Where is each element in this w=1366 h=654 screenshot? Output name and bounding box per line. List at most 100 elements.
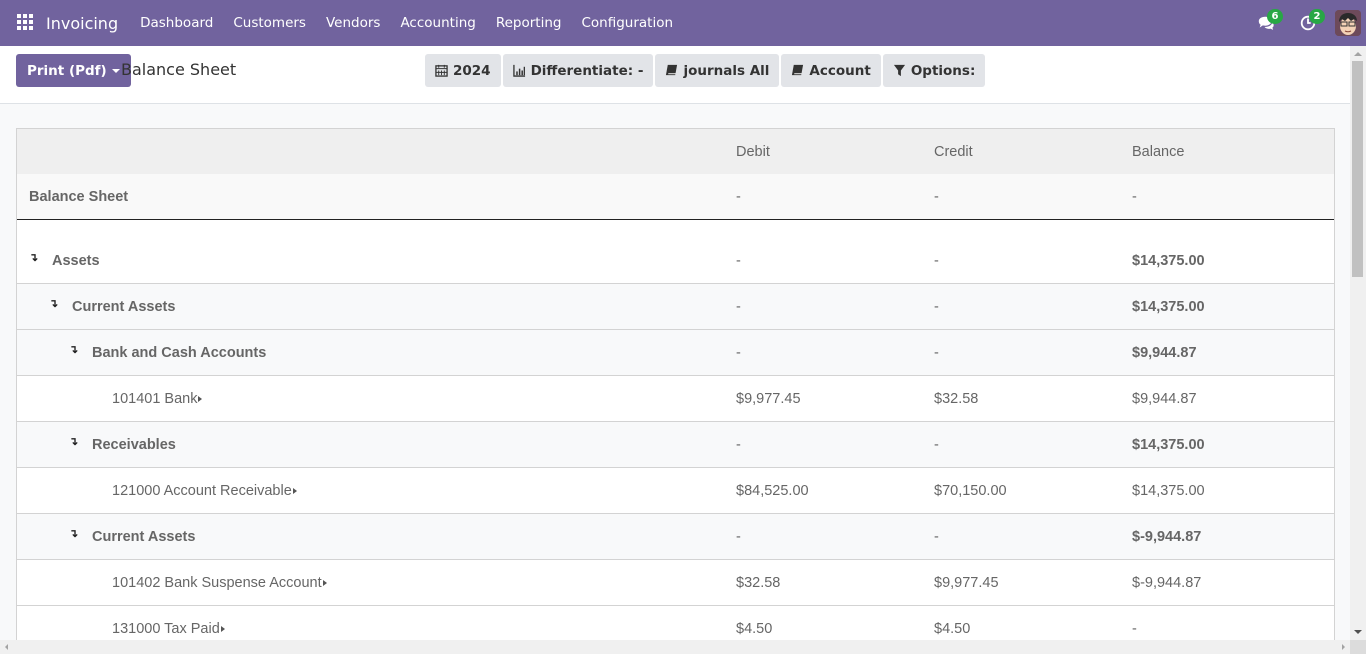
- collapse-toggle-icon[interactable]: ↴: [69, 343, 84, 356]
- row-debit-cell: $9,977.45: [736, 390, 801, 407]
- options-filter-label: Options:: [910, 62, 976, 79]
- options-filter-button[interactable]: Options:: [882, 54, 986, 87]
- row-balance-cell: $14,375.00: [1132, 298, 1205, 315]
- row-label: Bank and Cash Accounts: [92, 344, 267, 361]
- collapse-toggle-icon[interactable]: ↴: [49, 297, 64, 310]
- menu-accounting[interactable]: Accounting: [390, 15, 485, 31]
- account-dropdown-caret-icon[interactable]: [198, 395, 203, 402]
- row-debit-cell: $4.50: [736, 620, 773, 637]
- table-header: Debit Credit Balance: [17, 129, 1334, 174]
- collapse-toggle-icon[interactable]: ↴: [29, 251, 44, 264]
- row-label: Current Assets: [92, 528, 196, 545]
- book-icon: [666, 64, 678, 76]
- row-credit-cell: -: [934, 344, 939, 361]
- row-label: Receivables: [92, 436, 176, 453]
- row-label[interactable]: 101401 Bank: [112, 391, 197, 407]
- report-title-credit: -: [934, 188, 939, 205]
- date-filter-button[interactable]: 2024: [425, 54, 501, 87]
- account-filter-button[interactable]: Account: [781, 54, 881, 87]
- scroll-left-arrow-icon[interactable]: [5, 644, 8, 650]
- account-filter-label: Account: [809, 62, 871, 79]
- group-row: ↴ Current Assets - - $-9,944.87: [17, 514, 1334, 560]
- user-avatar[interactable]: [1335, 10, 1361, 36]
- page-title: Balance Sheet: [121, 60, 237, 79]
- row-credit-cell: -: [934, 528, 939, 545]
- report-rows: ↴ Assets - - $14,375.00 ↴ Current Assets - - $14,…: [17, 238, 1334, 640]
- row-credit-cell: -: [934, 436, 939, 453]
- spacer-row: [17, 220, 1334, 238]
- row-name-cell: ↴ Assets: [17, 251, 724, 269]
- collapse-toggle-icon[interactable]: ↴: [69, 435, 84, 448]
- scroll-right-arrow-icon[interactable]: [1342, 644, 1345, 650]
- journals-filter-button[interactable]: journals All: [655, 54, 780, 87]
- menu-reporting[interactable]: Reporting: [486, 15, 572, 31]
- balance-sheet-table: Debit Credit Balance Balance Sheet - - -…: [16, 128, 1335, 640]
- row-balance-cell: $14,375.00: [1132, 482, 1205, 499]
- row-balance-cell: -: [1132, 620, 1137, 637]
- calendar-icon: [435, 64, 448, 77]
- vertical-scrollbar[interactable]: [1350, 46, 1366, 640]
- report-title-balance: -: [1132, 188, 1137, 205]
- differentiate-filter-label: Differentiate: -: [530, 62, 644, 79]
- scrollbar-corner: [1350, 640, 1366, 654]
- group-row: ↴ Receivables - - $14,375.00: [17, 422, 1334, 468]
- header-balance: Balance: [1132, 143, 1185, 160]
- account-row[interactable]: 121000 Account Receivable $84,525.00 $70,1…: [17, 468, 1334, 514]
- menu-vendors[interactable]: Vendors: [316, 15, 390, 31]
- scroll-down-arrow-icon[interactable]: [1354, 630, 1362, 634]
- menu-customers[interactable]: Customers: [223, 15, 316, 31]
- row-debit-cell: -: [736, 436, 741, 453]
- row-debit-cell: -: [736, 252, 741, 269]
- differentiate-filter-button[interactable]: Differentiate: -: [502, 54, 654, 87]
- report-title-debit: -: [736, 188, 741, 205]
- collapse-toggle-icon[interactable]: ↴: [69, 527, 84, 540]
- book-icon: [792, 64, 804, 76]
- row-debit-cell: $32.58: [736, 574, 781, 591]
- menu-configuration[interactable]: Configuration: [571, 15, 683, 31]
- account-row[interactable]: 101402 Bank Suspense Account $32.58 $9,977…: [17, 560, 1334, 606]
- row-debit-cell: -: [736, 298, 741, 315]
- account-dropdown-caret-icon[interactable]: [322, 579, 327, 586]
- row-balance-cell: $-9,944.87: [1132, 574, 1202, 591]
- row-balance-cell: $9,944.87: [1132, 390, 1197, 407]
- row-name-cell: ↴ Current Assets: [17, 527, 724, 545]
- report-filters: 2024 Differentiate: - journals All Accou…: [425, 54, 986, 87]
- account-row[interactable]: 131000 Tax Paid $4.50 $4.50 -: [17, 606, 1334, 640]
- bar-chart-icon: [512, 64, 525, 77]
- systray: 6 2: [1245, 0, 1366, 46]
- filter-icon: [893, 64, 905, 77]
- row-debit-cell: $84,525.00: [736, 482, 809, 499]
- row-debit-cell: -: [736, 528, 741, 545]
- row-label[interactable]: 131000 Tax Paid: [112, 621, 220, 637]
- print-pdf-label: Print (Pdf): [27, 62, 107, 79]
- activities-button[interactable]: 2: [1287, 0, 1329, 46]
- app-name[interactable]: Invoicing: [46, 14, 118, 33]
- print-pdf-button[interactable]: Print (Pdf): [16, 54, 131, 87]
- group-row: ↴ Bank and Cash Accounts - - $9,944.87: [17, 330, 1334, 376]
- horizontal-scrollbar[interactable]: [0, 640, 1350, 654]
- vertical-scroll-thumb[interactable]: [1352, 61, 1363, 277]
- main-menu: Dashboard Customers Vendors Accounting R…: [130, 15, 683, 31]
- row-label[interactable]: 101402 Bank Suspense Account: [112, 575, 322, 591]
- row-name-cell: ↴ Bank and Cash Accounts: [17, 343, 724, 361]
- account-dropdown-caret-icon[interactable]: [220, 625, 225, 632]
- row-label[interactable]: 121000 Account Receivable: [112, 483, 292, 499]
- apps-grid-icon[interactable]: [17, 14, 35, 32]
- scroll-up-arrow-icon[interactable]: [1354, 52, 1362, 56]
- row-balance-cell: $14,375.00: [1132, 252, 1205, 269]
- account-dropdown-caret-icon[interactable]: [292, 487, 297, 494]
- journals-filter-label: journals All: [683, 62, 770, 79]
- row-balance-cell: $9,944.87: [1132, 344, 1197, 361]
- messages-count-badge: 6: [1267, 9, 1283, 24]
- row-debit-cell: -: [736, 344, 741, 361]
- date-filter-label: 2024: [453, 62, 491, 79]
- row-credit-cell: -: [934, 252, 939, 269]
- row-name-cell: 131000 Tax Paid: [17, 621, 724, 637]
- messages-button[interactable]: 6: [1245, 0, 1287, 46]
- row-name-cell: ↴ Current Assets: [17, 297, 724, 315]
- row-credit-cell: $32.58: [934, 390, 979, 407]
- menu-dashboard[interactable]: Dashboard: [130, 15, 223, 31]
- account-row[interactable]: 101401 Bank $9,977.45 $32.58 $9,944.87: [17, 376, 1334, 422]
- header-debit: Debit: [736, 143, 770, 160]
- row-label: Assets: [52, 252, 100, 269]
